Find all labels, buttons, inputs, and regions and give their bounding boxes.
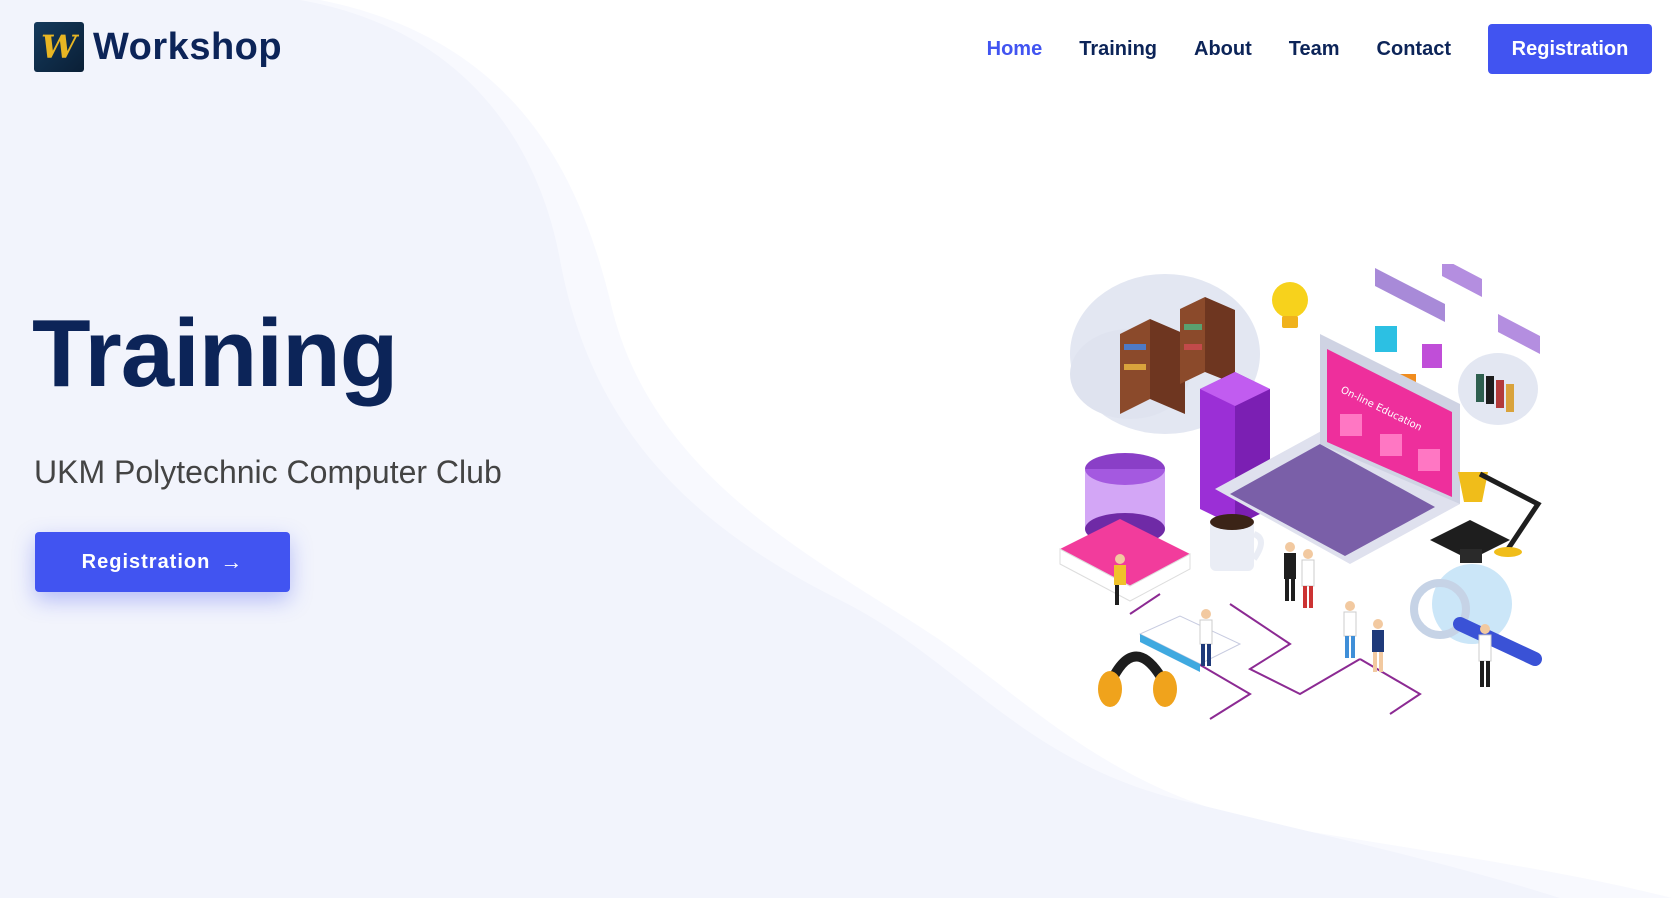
logo-w-icon: W bbox=[41, 28, 79, 66]
nav-about[interactable]: About bbox=[1194, 25, 1252, 73]
header: W Workshop Home Training About Team Cont… bbox=[0, 0, 1672, 100]
logo-text: Workshop bbox=[93, 25, 283, 68]
hero-button-label: Registration bbox=[81, 550, 211, 573]
hero-subtitle: UKM Polytechnic Computer Club bbox=[34, 454, 502, 490]
light-bulb-icon bbox=[1272, 282, 1308, 328]
nav-home[interactable]: Home bbox=[987, 25, 1043, 73]
hero-title: Training bbox=[32, 300, 398, 407]
hero-registration-button[interactable]: Registration → bbox=[35, 532, 290, 592]
registration-nav-button[interactable]: Registration bbox=[1488, 24, 1652, 74]
coffee-mug-icon bbox=[1210, 514, 1264, 571]
logo[interactable]: W Workshop bbox=[34, 22, 282, 72]
logo-mark: W bbox=[34, 22, 84, 72]
svg-text:W: W bbox=[41, 28, 79, 66]
nav-team[interactable]: Team bbox=[1289, 25, 1340, 73]
arrow-right-icon: → bbox=[220, 549, 244, 574]
cloud-books bbox=[1458, 353, 1538, 425]
headphones-icon bbox=[1098, 651, 1177, 707]
landing-page: W Workshop Home Training About Team Cont… bbox=[0, 0, 1672, 898]
nav-contact[interactable]: Contact bbox=[1377, 25, 1451, 73]
nav-training[interactable]: Training bbox=[1079, 25, 1157, 73]
main-nav: Home Training About Team Contact Registr… bbox=[987, 24, 1652, 74]
online-education-illustration: On-line Education bbox=[1059, 264, 1542, 720]
